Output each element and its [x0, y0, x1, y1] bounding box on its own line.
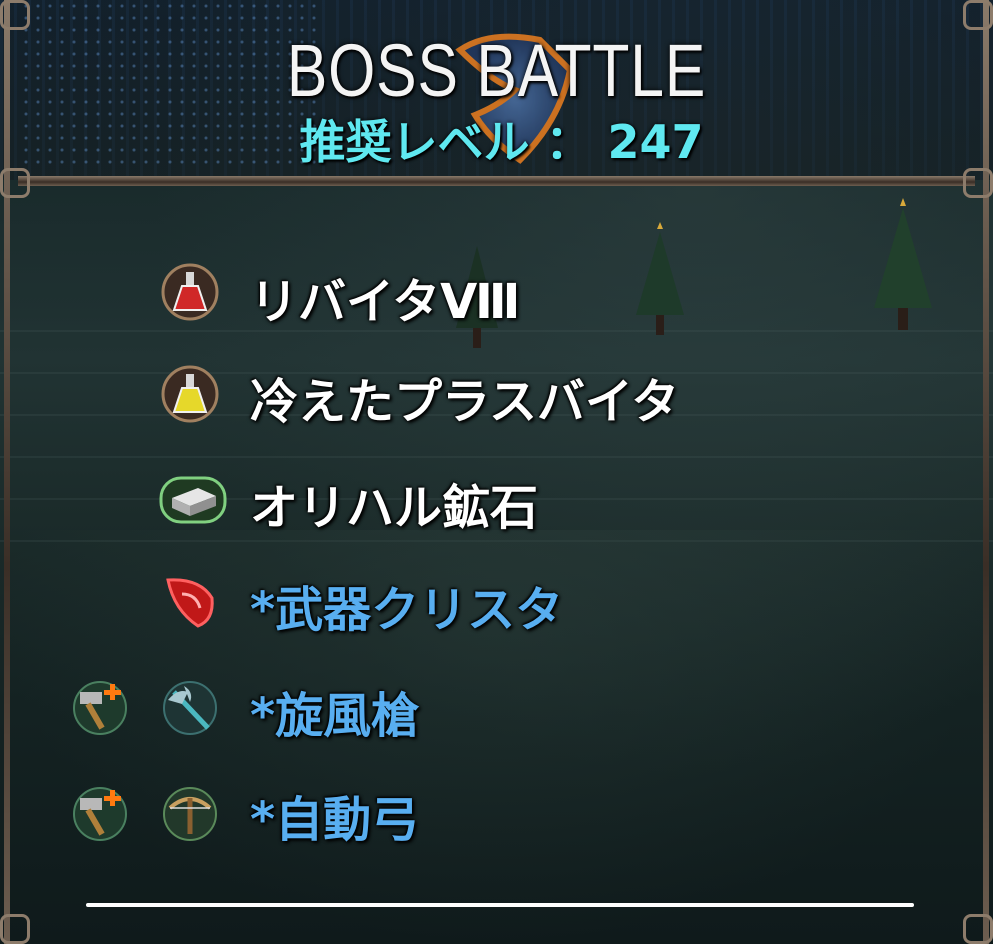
- ore-ingot-icon: [159, 476, 227, 524]
- bottom-divider: [86, 903, 914, 907]
- drop-item-row[interactable]: *武器クリスタ: [0, 566, 993, 656]
- drop-item-name: 冷えたプラスバイタ: [250, 374, 680, 430]
- drop-item-row[interactable]: *旋風槍: [0, 672, 993, 762]
- drop-item-name: オリハル鉱石: [250, 480, 539, 536]
- halberd-icon: [163, 681, 217, 735]
- drop-item-row[interactable]: *自動弓: [0, 776, 993, 866]
- boss-battle-panel: BOSS BATTLE 推奨レベル ： 247 リバイタⅧ 冷えたプラスバイタ …: [0, 0, 993, 944]
- craft-hammer-plus-icon: [73, 681, 127, 735]
- drop-item-row[interactable]: オリハル鉱石: [0, 464, 993, 554]
- drop-item-name: リバイタⅧ: [250, 274, 521, 330]
- drop-item-name: *旋風槍: [250, 688, 420, 744]
- crossbow-icon: [163, 787, 217, 841]
- frame-corner-ornament: [0, 914, 30, 944]
- drop-item-name: *武器クリスタ: [250, 582, 564, 638]
- drop-item-row[interactable]: リバイタⅧ: [0, 258, 993, 348]
- frame-corner-ornament: [0, 168, 30, 198]
- frame-corner-ornament: [963, 0, 993, 30]
- frame-corner-ornament: [0, 0, 30, 30]
- frame-corner-ornament: [963, 914, 993, 944]
- recommended-level: 推奨レベル ： 247: [299, 115, 704, 169]
- drop-item-name: *自動弓: [250, 792, 420, 848]
- red-crystal-icon: [166, 578, 214, 628]
- drop-item-row[interactable]: 冷えたプラスバイタ: [0, 358, 993, 448]
- yellow-potion-icon: [161, 365, 219, 423]
- boss-battle-title: BOSS BATTLE: [286, 29, 707, 112]
- craft-hammer-plus-icon: [73, 787, 127, 841]
- frame-corner-ornament: [963, 168, 993, 198]
- red-potion-icon: [161, 263, 219, 321]
